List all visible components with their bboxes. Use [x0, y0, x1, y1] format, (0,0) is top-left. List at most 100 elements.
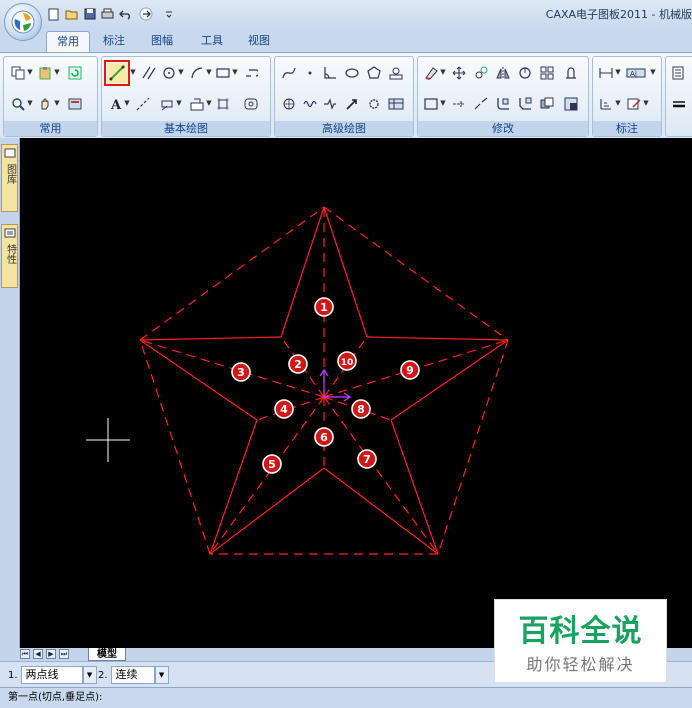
- copy-object-icon[interactable]: [472, 64, 489, 81]
- dashed-line-icon[interactable]: [134, 95, 151, 112]
- eraser-icon[interactable]: [422, 64, 439, 81]
- rotate-icon[interactable]: [516, 64, 533, 81]
- arc-icon[interactable]: [188, 64, 205, 81]
- application-menu-button[interactable]: [4, 3, 42, 41]
- star-edge[interactable]: [366, 336, 509, 341]
- star-edge[interactable]: [209, 467, 325, 555]
- sidetab-properties[interactable]: 特性: [1, 224, 18, 288]
- stretch-icon[interactable]: [562, 95, 579, 112]
- gear-icon[interactable]: [365, 95, 382, 112]
- line-weight-icon[interactable]: [670, 95, 687, 112]
- center-line[interactable]: [323, 396, 439, 555]
- tab-tools[interactable]: 工具: [194, 31, 230, 52]
- star-edge[interactable]: [390, 339, 509, 421]
- undo-icon[interactable]: [118, 7, 133, 22]
- chevron-down-icon[interactable]: ▼: [130, 64, 136, 81]
- shape-icon[interactable]: [242, 95, 259, 112]
- extend-icon[interactable]: [450, 95, 467, 112]
- point-icon[interactable]: [301, 64, 318, 81]
- ellipse-icon[interactable]: [343, 64, 360, 81]
- zoom-icon[interactable]: [9, 95, 26, 112]
- tab-view[interactable]: 视图: [242, 31, 276, 52]
- spline-icon[interactable]: [280, 64, 297, 81]
- save-icon[interactable]: [82, 7, 97, 22]
- tab-sheet[interactable]: 图幅: [144, 31, 180, 52]
- centerline-icon[interactable]: [242, 64, 259, 81]
- tab-common[interactable]: 常用: [46, 31, 90, 52]
- center-line[interactable]: [209, 396, 325, 555]
- chevron-down-icon[interactable]: ▼: [54, 64, 60, 81]
- chevron-down-icon[interactable]: ▼: [615, 64, 621, 81]
- chevron-down-icon[interactable]: ▼: [440, 95, 446, 112]
- arrow-icon[interactable]: [343, 95, 360, 112]
- tab-model[interactable]: 模型: [88, 648, 126, 661]
- dimension-icon[interactable]: [597, 64, 614, 81]
- option-line-type[interactable]: 1. 两点线 ▼: [8, 665, 97, 685]
- chevron-down-icon[interactable]: ▼: [615, 95, 621, 112]
- wave-line-icon[interactable]: [301, 95, 318, 112]
- next-sheet-icon[interactable]: ▶: [46, 649, 56, 659]
- chevron-down-icon[interactable]: ▼: [206, 64, 212, 81]
- properties-icon[interactable]: [66, 95, 83, 112]
- pentagon-edge[interactable]: [139, 339, 211, 555]
- hole-icon[interactable]: [387, 64, 404, 81]
- copy-icon[interactable]: [9, 64, 26, 81]
- paste-icon[interactable]: [36, 64, 53, 81]
- customize-toolbar-icon[interactable]: [161, 7, 176, 22]
- circle-icon[interactable]: [160, 64, 177, 81]
- coordinate-dimension-icon[interactable]: [597, 95, 614, 112]
- drawing-canvas[interactable]: 1 2 3 4 5 6 7 8 9 10: [20, 138, 692, 648]
- sidetab-library[interactable]: 图库: [1, 144, 18, 212]
- move-icon[interactable]: [450, 64, 467, 81]
- pentagon-edge[interactable]: [139, 206, 325, 341]
- chevron-down-icon[interactable]: ▼: [54, 95, 60, 112]
- chevron-down-icon[interactable]: ▼: [82, 666, 97, 684]
- last-sheet-icon[interactable]: ⏭: [59, 649, 69, 659]
- star-edge[interactable]: [139, 336, 282, 341]
- equidistant-icon[interactable]: [280, 95, 297, 112]
- chevron-down-icon[interactable]: ▼: [440, 64, 446, 81]
- chevron-down-icon[interactable]: ▼: [154, 666, 169, 684]
- fillet-icon[interactable]: [494, 95, 511, 112]
- prev-sheet-icon[interactable]: ◀: [33, 649, 43, 659]
- text-icon[interactable]: A: [107, 95, 124, 112]
- chevron-down-icon[interactable]: ▼: [232, 64, 238, 81]
- chevron-down-icon[interactable]: ▼: [643, 95, 649, 112]
- new-file-icon[interactable]: [46, 7, 61, 22]
- star-edge[interactable]: [209, 419, 258, 555]
- break-icon[interactable]: [472, 95, 489, 112]
- mirror-icon[interactable]: [494, 64, 511, 81]
- redo-icon[interactable]: [136, 7, 158, 22]
- boundary-icon[interactable]: [214, 95, 231, 112]
- chevron-down-icon[interactable]: ▼: [27, 95, 33, 112]
- array-icon[interactable]: [538, 64, 555, 81]
- chevron-down-icon[interactable]: ▼: [178, 64, 184, 81]
- break-line-icon[interactable]: [321, 95, 338, 112]
- chevron-down-icon[interactable]: ▼: [27, 64, 33, 81]
- block-insert-icon[interactable]: [188, 95, 205, 112]
- open-folder-icon[interactable]: [64, 7, 79, 22]
- explode-icon[interactable]: [538, 95, 555, 112]
- chevron-down-icon[interactable]: ▼: [650, 64, 656, 81]
- pan-icon[interactable]: [36, 95, 53, 112]
- option-value[interactable]: 连续: [110, 666, 155, 684]
- rectangle-icon[interactable]: [214, 64, 231, 81]
- chevron-down-icon[interactable]: ▼: [206, 95, 212, 112]
- option-value[interactable]: 两点线: [20, 666, 83, 684]
- trim-icon[interactable]: [422, 95, 439, 112]
- star-edge[interactable]: [390, 419, 439, 555]
- polygon-icon[interactable]: [365, 64, 382, 81]
- first-sheet-icon[interactable]: ⏮: [20, 649, 30, 659]
- refresh-icon[interactable]: [66, 64, 83, 81]
- chevron-down-icon[interactable]: ▼: [176, 95, 182, 112]
- print-icon[interactable]: [100, 7, 115, 22]
- option-continuous[interactable]: 2. 连续 ▼: [98, 665, 169, 685]
- pentagon-edge[interactable]: [437, 339, 509, 555]
- pentagon-edge[interactable]: [323, 206, 509, 341]
- star-edge[interactable]: [280, 206, 325, 338]
- hatch-icon[interactable]: [158, 95, 175, 112]
- edit-dimension-icon[interactable]: [625, 95, 642, 112]
- scale-icon[interactable]: [562, 64, 579, 81]
- star-edge[interactable]: [323, 467, 439, 555]
- chamfer-icon[interactable]: [516, 95, 533, 112]
